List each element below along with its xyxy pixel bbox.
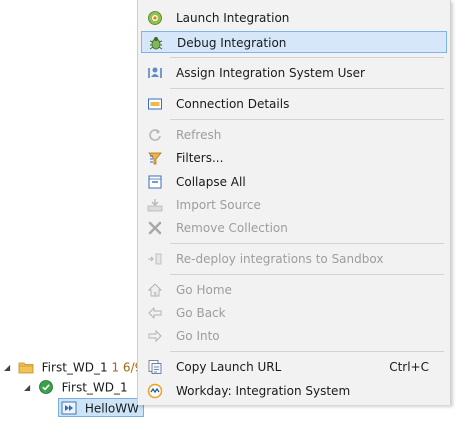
tree-label-project: First_WD_1 <box>41 360 108 375</box>
tree-selected-item[interactable]: HelloWW <box>58 398 144 417</box>
workday-icon <box>147 383 163 399</box>
copy-url-icon <box>148 360 162 374</box>
remove-icon <box>148 221 162 235</box>
menu-separator <box>170 57 444 58</box>
menu-label: Assign Integration System User <box>176 66 365 80</box>
menu-label: Go Into <box>176 329 220 343</box>
menu-separator <box>170 351 444 352</box>
launch-icon <box>148 11 162 25</box>
menu-label: Remove Collection <box>176 221 288 235</box>
integration-check-icon <box>38 379 53 394</box>
import-source-icon <box>147 199 163 212</box>
tree-label-hello: HelloWW <box>84 401 139 416</box>
tree-expand-arrow-icon[interactable]: ◢ <box>24 379 34 397</box>
menu-item-filters[interactable]: Filters... <box>141 147 447 169</box>
connection-details-icon <box>148 98 162 110</box>
assembly-icon <box>61 401 77 414</box>
menu-separator <box>170 88 444 89</box>
assign-user-icon <box>148 67 162 78</box>
menu-item-import-source[interactable]: Import Source <box>141 194 447 216</box>
forward-arrow-icon <box>148 329 162 343</box>
menu-item-go-into[interactable]: Go Into <box>141 325 447 347</box>
menu-item-debug-integration[interactable]: Debug Integration <box>141 31 447 53</box>
refresh-icon <box>149 129 161 141</box>
menu-label: Go Back <box>176 306 226 320</box>
menu-label: Copy Launch URL <box>176 360 282 374</box>
menu-label: Connection Details <box>176 97 290 111</box>
menu-label: Go Home <box>176 283 232 297</box>
debug-icon <box>149 37 163 50</box>
menu-item-collapse-all[interactable]: Collapse All <box>141 171 447 193</box>
back-arrow-icon <box>148 306 162 320</box>
filters-icon <box>148 152 162 165</box>
menu-item-assign-user[interactable]: Assign Integration System User <box>141 62 447 84</box>
home-icon <box>147 283 163 297</box>
redeploy-icon <box>148 253 162 265</box>
tree-expand-arrow-icon[interactable]: ◢ <box>4 359 14 377</box>
menu-item-connection-details[interactable]: Connection Details <box>141 93 447 115</box>
menu-label: Import Source <box>176 198 261 212</box>
menu-item-copy-launch-url[interactable]: Copy Launch URL Ctrl+C <box>141 356 447 378</box>
menu-item-launch-integration[interactable]: Launch Integration <box>141 7 447 29</box>
tree-row-integration[interactable]: ◢ First_WD_1 <box>24 378 128 396</box>
menu-label: Workday: Integration System <box>176 384 351 398</box>
menu-item-go-home[interactable]: Go Home <box>141 279 447 301</box>
menu-label: Re-deploy integrations to Sandbox <box>176 252 384 266</box>
menu-item-redeploy-sandbox[interactable]: Re-deploy integrations to Sandbox <box>141 248 447 270</box>
context-menu: Launch Integration Debug Integration Ass… <box>137 0 451 405</box>
menu-label: Collapse All <box>176 175 246 189</box>
menu-label: Launch Integration <box>176 11 290 25</box>
tree-label-integration: First_WD_1 <box>61 380 128 395</box>
menu-item-go-back[interactable]: Go Back <box>141 302 447 324</box>
menu-separator <box>170 274 444 275</box>
project-folder-icon <box>18 362 34 373</box>
menu-separator <box>170 243 444 244</box>
tree-row-project[interactable]: ◢ First_WD_1 1 6/9/ <box>4 358 146 376</box>
menu-label: Filters... <box>176 151 224 165</box>
menu-separator <box>170 119 444 120</box>
menu-item-refresh[interactable]: Refresh <box>141 124 447 146</box>
shortcut-label: Ctrl+C <box>389 360 429 374</box>
menu-label: Refresh <box>176 128 222 142</box>
tree-row-hello[interactable]: HelloWW <box>58 398 144 417</box>
menu-label: Debug Integration <box>177 36 287 50</box>
menu-item-workday-integration-system[interactable]: Workday: Integration System <box>141 380 447 402</box>
collapse-all-icon <box>148 175 162 189</box>
menu-item-remove-collection[interactable]: Remove Collection <box>141 217 447 239</box>
